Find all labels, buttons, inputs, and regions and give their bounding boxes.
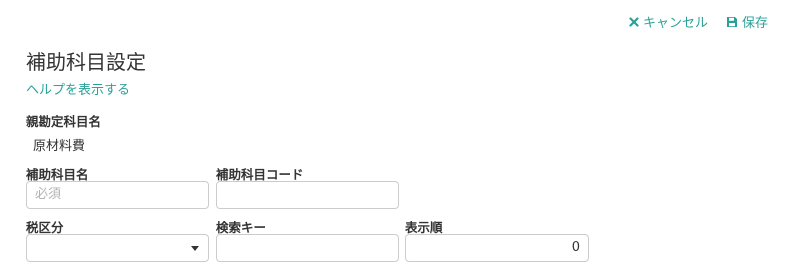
cancel-button-label: キャンセル — [642, 16, 708, 31]
help-link[interactable]: ヘルプを表示する — [26, 79, 130, 98]
floppy-disk-icon — [726, 16, 738, 28]
save-button-label: 保存 — [741, 16, 768, 31]
toolbar: キャンセル 保存 — [629, 12, 768, 31]
page-title: 補助科目設定 — [26, 50, 146, 74]
cancel-button[interactable]: キャンセル — [629, 12, 708, 31]
search-key-input[interactable] — [216, 234, 399, 262]
parent-account-value: 原材料費 — [33, 139, 86, 154]
parent-account-label: 親勘定科目名 — [26, 114, 102, 129]
tax-category-select[interactable] — [26, 234, 209, 262]
sub-account-code-input[interactable] — [216, 181, 399, 209]
caret-down-icon — [191, 246, 199, 251]
save-button[interactable]: 保存 — [726, 12, 768, 31]
sub-account-name-input[interactable]: 必須 — [26, 181, 209, 209]
display-order-input[interactable]: 0 — [405, 234, 589, 262]
close-icon — [629, 16, 639, 27]
